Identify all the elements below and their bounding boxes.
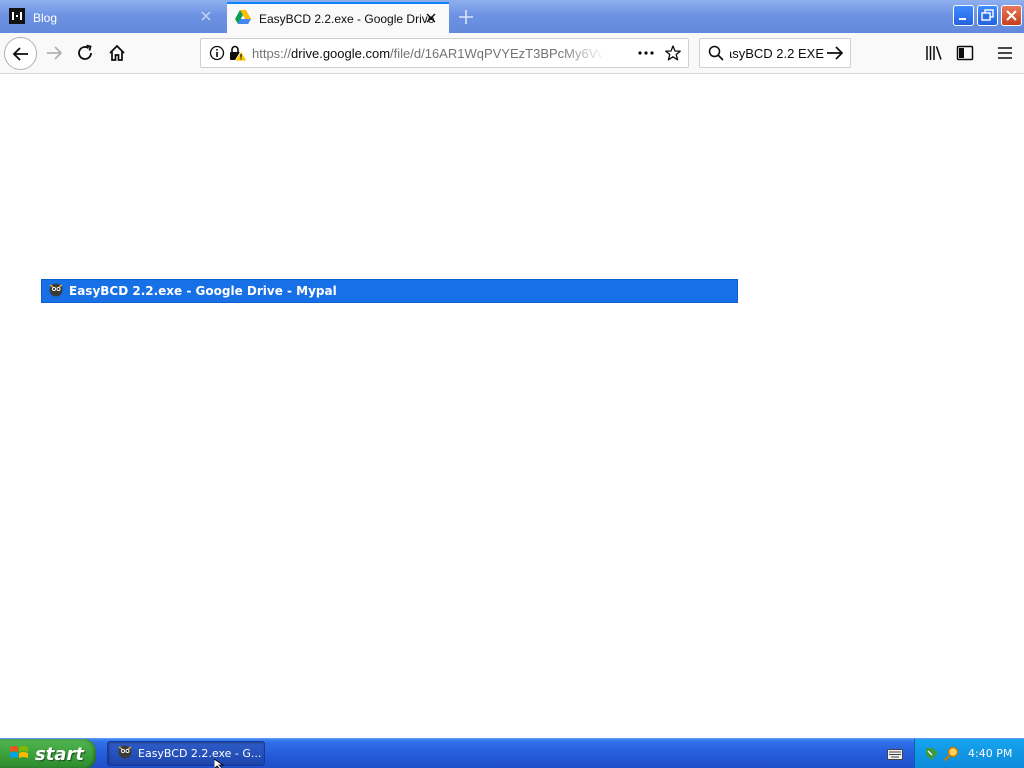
start-label: start bbox=[35, 743, 84, 765]
blog-favicon-icon bbox=[9, 8, 25, 27]
restore-button[interactable] bbox=[977, 5, 998, 26]
google-drive-icon bbox=[235, 10, 251, 27]
windows-logo-icon bbox=[9, 743, 29, 766]
minimize-button[interactable] bbox=[953, 5, 974, 26]
tab-close-icon[interactable] bbox=[423, 10, 439, 26]
search-magnifier-icon[interactable] bbox=[943, 746, 961, 765]
url-prefix: https:// bbox=[252, 46, 292, 61]
page-actions-icon[interactable] bbox=[637, 45, 655, 64]
mouse-cursor-icon bbox=[213, 758, 225, 768]
window-caption-title: EasyBCD 2.2.exe - Google Drive - Mypal bbox=[69, 284, 337, 298]
window-caption-bar[interactable]: EasyBCD 2.2.exe - Google Drive - Mypal bbox=[41, 279, 738, 303]
tab-blog[interactable]: Blog bbox=[0, 2, 224, 33]
taskbar-item-title: EasyBCD 2.2.exe - G... bbox=[138, 747, 262, 760]
tab-title: Blog bbox=[33, 10, 58, 25]
search-go-arrow-icon[interactable] bbox=[826, 45, 844, 64]
bookmark-star-icon[interactable] bbox=[665, 45, 681, 64]
system-tray: 4:40 PM bbox=[914, 739, 1024, 768]
page-content: EasyBCD 2.2.exe - Google Drive - Mypal bbox=[0, 74, 1024, 738]
tab-google-drive[interactable]: EasyBCD 2.2.exe - Google Drive bbox=[227, 2, 449, 33]
network-shield-icon[interactable] bbox=[924, 746, 940, 765]
navigation-toolbar: https://drive.google.com/file/d/16AR1WqP… bbox=[0, 33, 1024, 74]
browser-tab-strip: Blog EasyBCD 2.2.exe - Google Drive bbox=[0, 0, 1024, 33]
tab-title: EasyBCD 2.2.exe - Google Drive bbox=[259, 11, 435, 26]
search-bar[interactable]: EasyBCD 2.2 EXE bbox=[699, 38, 851, 68]
forward-button[interactable] bbox=[39, 38, 69, 68]
back-button[interactable] bbox=[4, 37, 37, 70]
taskbar-item-mypal[interactable]: EasyBCD 2.2.exe - G... bbox=[107, 741, 265, 766]
url-text[interactable]: https://drive.google.com/file/d/16AR1WqP… bbox=[252, 46, 602, 61]
url-bar[interactable]: https://drive.google.com/file/d/16AR1WqP… bbox=[200, 38, 689, 68]
tab-close-icon[interactable] bbox=[198, 8, 214, 24]
hamburger-menu-button[interactable] bbox=[990, 38, 1020, 68]
taskbar: start EasyBCD 2.2.exe - G... 4:40 PM bbox=[0, 738, 1024, 768]
lock-warning-icon[interactable] bbox=[229, 45, 248, 64]
search-icon bbox=[708, 45, 724, 64]
search-input[interactable]: EasyBCD 2.2 EXE bbox=[730, 46, 824, 61]
mypal-app-icon bbox=[117, 744, 133, 763]
keyboard-icon[interactable] bbox=[887, 747, 903, 764]
reload-button[interactable] bbox=[70, 38, 100, 68]
new-tab-button[interactable] bbox=[455, 6, 477, 28]
home-button[interactable] bbox=[102, 38, 132, 68]
sidebar-toggle-button[interactable] bbox=[950, 38, 980, 68]
url-fade bbox=[561, 41, 605, 65]
url-domain: drive.google.com bbox=[291, 46, 391, 61]
mypal-app-icon bbox=[48, 282, 64, 301]
info-icon[interactable] bbox=[209, 45, 225, 64]
clock: 4:40 PM bbox=[968, 747, 1013, 760]
start-button[interactable]: start bbox=[0, 739, 96, 768]
library-button[interactable] bbox=[919, 38, 949, 68]
close-window-button[interactable] bbox=[1001, 5, 1022, 26]
